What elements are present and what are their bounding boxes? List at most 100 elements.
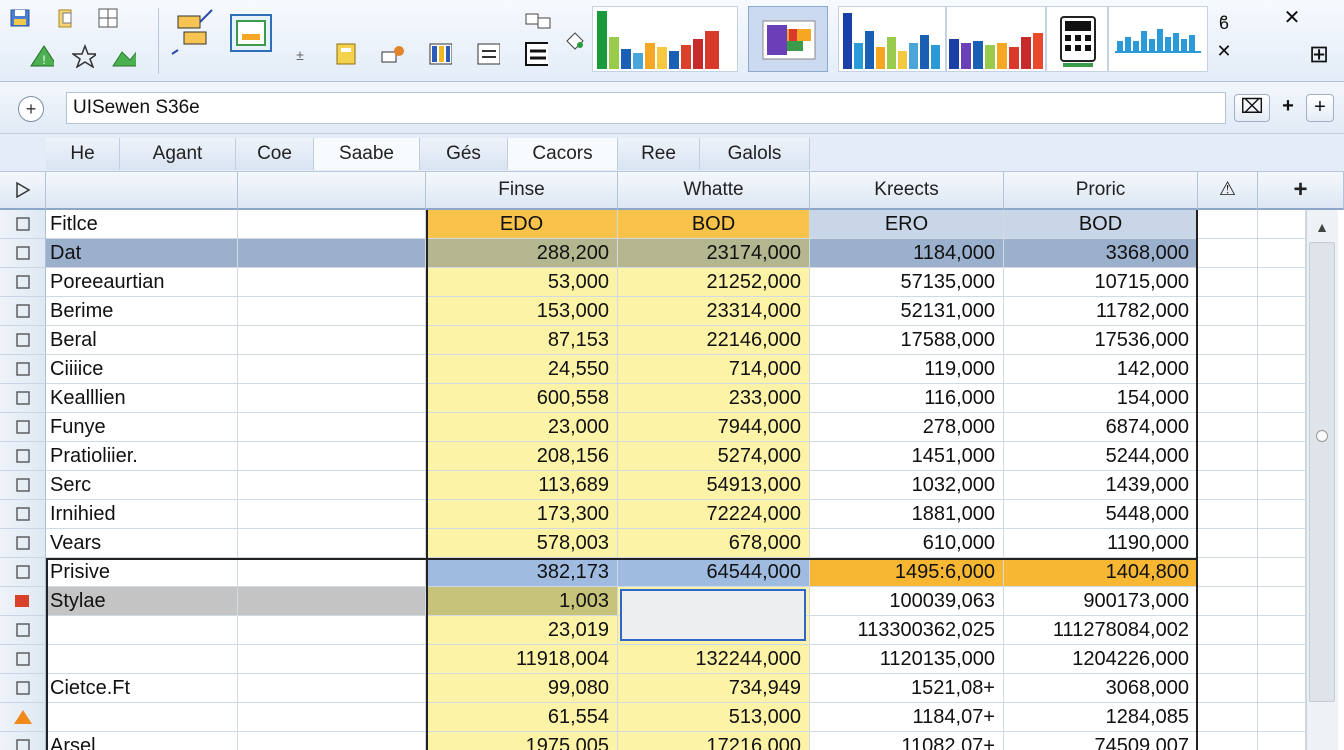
empty-cell[interactable] [1198,674,1258,703]
data-cell[interactable]: 1,003 [426,587,618,616]
data-cell[interactable]: 24,550 [426,355,618,384]
empty-cell[interactable] [1198,529,1258,558]
data-cell[interactable]: 5448,000 [1004,500,1198,529]
row-label[interactable]: Poreeaurtian [46,268,238,297]
warning-icon[interactable]: ⚠ [1198,172,1258,210]
row-label[interactable]: Prisive [46,558,238,587]
folder-icon[interactable] [0,355,46,384]
brush-icon[interactable] [0,442,46,471]
data-cell[interactable]: 5244,000 [1004,442,1198,471]
data-cell[interactable]: 610,000 [810,529,1004,558]
column-header-b[interactable] [238,172,426,210]
empty-cell[interactable] [1258,500,1306,529]
tab-agant[interactable]: Agant [120,138,236,170]
row-label[interactable]: Beral [46,326,238,355]
add-column-icon[interactable]: + [1258,172,1344,210]
toggle-button[interactable]: ⌧ [1234,94,1270,122]
pointer-icon[interactable] [0,239,46,268]
data-cell[interactable]: 1120135,000 [810,645,1004,674]
chart-thumbnail-1[interactable] [592,6,738,72]
empty-cell[interactable] [1198,297,1258,326]
empty-cell[interactable] [1198,210,1258,239]
data-cell[interactable]: 17588,000 [810,326,1004,355]
row-label[interactable]: Serc [46,471,238,500]
data-cell[interactable]: 7944,000 [618,413,810,442]
row-label[interactable]: Vears [46,529,238,558]
tab-coe[interactable]: Coe [236,138,314,170]
row-label[interactable]: Arsel [46,732,238,750]
empty-cell[interactable] [238,558,426,587]
row-label[interactable]: Irnihied [46,500,238,529]
data-cell[interactable]: 142,000 [1004,355,1198,384]
data-cell[interactable]: 208,156 [426,442,618,471]
empty-cell[interactable] [1258,210,1306,239]
data-cell[interactable]: 1190,000 [1004,529,1198,558]
data-cell[interactable]: 61,554 [426,703,618,732]
data-cell[interactable]: 23314,000 [618,297,810,326]
bookmark-icon[interactable] [0,268,46,297]
table-grid-icon[interactable] [96,6,120,30]
data-cell[interactable]: 64544,000 [618,558,810,587]
data-cell[interactable]: 1184,000 [810,239,1004,268]
chart-thumbnail-3[interactable] [838,6,946,72]
data-cell[interactable]: 734,949 [618,674,810,703]
fill-icon[interactable] [562,28,586,52]
empty-cell[interactable] [238,268,426,297]
empty-cell[interactable] [1198,268,1258,297]
row-label[interactable]: Fitlce [46,210,238,239]
data-cell[interactable]: 1439,000 [1004,471,1198,500]
data-cell[interactable]: 52131,000 [810,297,1004,326]
empty-cell[interactable] [238,674,426,703]
empty-cell[interactable] [1258,529,1306,558]
insert-button[interactable]: + [1306,94,1334,122]
data-cell[interactable]: 678,000 [618,529,810,558]
empty-cell[interactable] [1198,558,1258,587]
data-cell[interactable]: 1284,085 [1004,703,1198,732]
chart-area-icon[interactable] [112,44,136,68]
paste-icon[interactable] [54,6,78,30]
data-cell[interactable]: 116,000 [810,384,1004,413]
sub-header-cell[interactable]: EDO [426,210,618,239]
data-cell[interactable]: 1032,000 [810,471,1004,500]
data-cell[interactable]: 382,173 [426,558,618,587]
sub-header-cell[interactable]: BOD [1004,210,1198,239]
column-header-proric[interactable]: Proric [1004,172,1198,210]
empty-cell[interactable] [1198,616,1258,645]
data-cell[interactable]: 99,080 [426,674,618,703]
data-cell[interactable]: 1521,08+ [810,674,1004,703]
data-cell[interactable]: 278,000 [810,413,1004,442]
row-label[interactable]: Berime [46,297,238,326]
move-icon[interactable] [170,6,216,56]
data-cell[interactable]: 153,000 [426,297,618,326]
row-label[interactable] [46,645,238,674]
data-cell[interactable]: 74509,007 [1004,732,1198,750]
warning-icon[interactable]: ! [30,44,54,68]
empty-cell[interactable] [1198,239,1258,268]
data-cell[interactable]: 87,153 [426,326,618,355]
empty-cell[interactable] [1258,558,1306,587]
swap-icon[interactable] [524,8,554,32]
data-cell[interactable]: 22146,000 [618,326,810,355]
data-cell[interactable]: 513,000 [618,703,810,732]
row-label[interactable]: Kealllien [46,384,238,413]
sub-header-cell[interactable]: BOD [618,210,810,239]
marker-icon[interactable] [0,587,46,616]
scroll-up-icon[interactable]: ▲ [1309,216,1335,238]
close-icon[interactable]: ✕ [1278,4,1306,32]
data-cell[interactable]: 10715,000 [1004,268,1198,297]
data-cell[interactable]: 1404,800 [1004,558,1198,587]
data-cell[interactable]: 714,000 [618,355,810,384]
gear-icon[interactable] [0,500,46,529]
empty-cell[interactable] [1258,616,1306,645]
data-cell[interactable]: 53,000 [426,268,618,297]
empty-cell[interactable] [238,297,426,326]
empty-cell[interactable] [1258,297,1306,326]
search-icon[interactable] [0,674,46,703]
data-cell[interactable]: 233,000 [618,384,810,413]
spreadsheet-grid[interactable]: Finse Whatte Kreects Proric ⚠ + Fitlce ED… [0,172,1344,750]
row-label[interactable]: Pratioliier. [46,442,238,471]
data-cell[interactable]: 100039,063 [810,587,1004,616]
data-cell[interactable]: 1495:6,000 [810,558,1004,587]
empty-cell[interactable] [1198,384,1258,413]
data-cell[interactable]: 23174,000 [618,239,810,268]
